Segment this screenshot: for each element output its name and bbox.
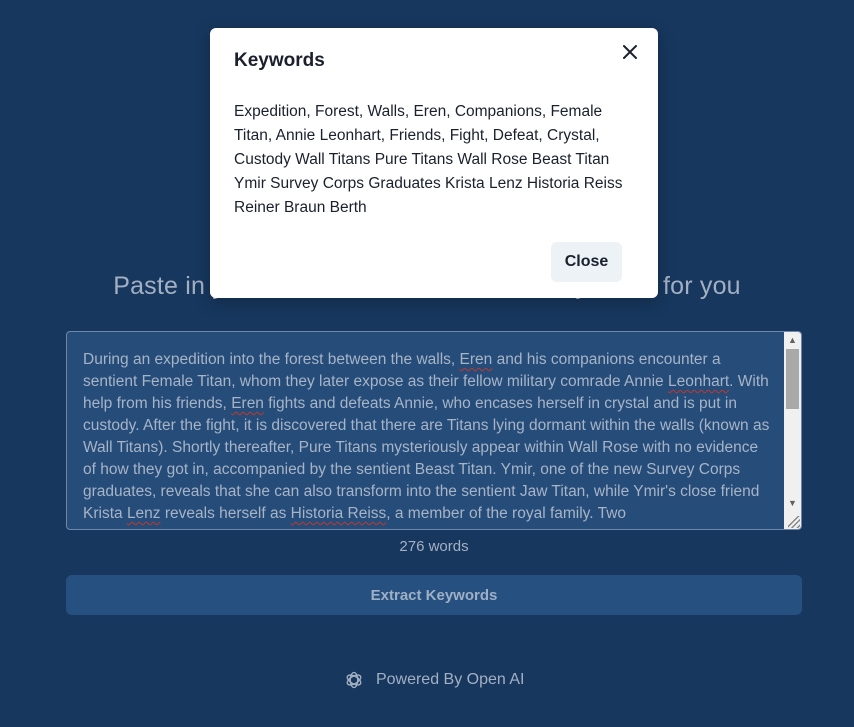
spellcheck-flagged-word: Historia Reiss <box>290 505 387 522</box>
text-input-area[interactable]: During an expedition into the forest bet… <box>66 331 802 530</box>
openai-logo-icon <box>346 671 361 689</box>
extract-keywords-button[interactable]: Extract Keywords <box>66 575 802 615</box>
spellcheck-flagged-word: Eren <box>231 395 264 412</box>
close-x-icon[interactable] <box>618 40 642 64</box>
scroll-thumb[interactable] <box>786 349 799 409</box>
footer-text: Powered By Open AI <box>375 671 525 688</box>
scroll-up-arrow-icon[interactable]: ▲ <box>784 332 801 349</box>
spellcheck-flagged-word: Leonhart <box>667 373 730 390</box>
scroll-down-arrow-icon[interactable]: ▼ <box>784 495 801 512</box>
keywords-text: Expedition, Forest, Walls, Eren, Compani… <box>234 103 623 216</box>
keywords-modal: Keywords Expedition, Forest, Walls, Eren… <box>210 28 658 298</box>
resize-grip-icon[interactable] <box>788 516 800 528</box>
close-button[interactable]: Close <box>551 242 622 282</box>
footer[interactable]: Powered By Open AI <box>0 670 854 690</box>
word-count: 276 words <box>399 538 469 555</box>
modal-title: Keywords <box>234 50 325 71</box>
spellcheck-flagged-word: Lenz <box>126 505 161 522</box>
vertical-scrollbar[interactable]: ▲ ▼ <box>784 332 801 529</box>
spellcheck-flagged-word: Eren <box>459 351 493 368</box>
text-input-content[interactable]: During an expedition into the forest bet… <box>83 349 773 525</box>
